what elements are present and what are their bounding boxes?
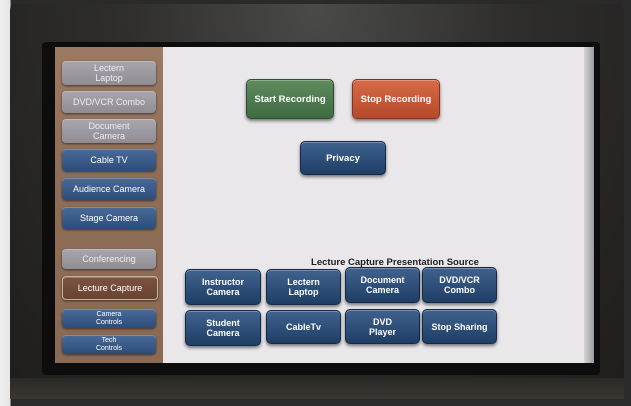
main-panel: Start Recording Stop Recording Privacy L… [163,47,589,363]
source-button-label: Student Camera [206,318,240,338]
sidebar-item-tech-controls[interactable]: Tech Controls [62,335,156,354]
source-button-label: DVD/VCR Combo [439,275,480,295]
source-lectern-laptop-button[interactable]: Lectern Laptop [266,269,341,305]
sidebar-item-label: Conferencing [82,254,136,264]
start-recording-button[interactable]: Start Recording [246,79,334,119]
sidebar-item-label: Stage Camera [79,213,139,223]
sidebar-item-label: Audience Camera [72,184,146,194]
sidebar-item-label: Tech Controls [95,336,123,352]
source-dvd-player-button[interactable]: DVD Player [345,309,420,344]
sidebar-item-document-camera[interactable]: Document Camera [62,119,156,143]
screen-edge-glare [584,47,594,363]
source-instructor-camera-button[interactable]: Instructor Camera [185,269,261,305]
source-document-camera-button[interactable]: Document Camera [345,267,420,303]
source-button-label: Lectern Laptop [287,277,320,297]
privacy-button[interactable]: Privacy [300,141,386,175]
sidebar-item-camera-controls[interactable]: Camera Controls [62,309,156,328]
sidebar-item-label: Lecture Capture [77,283,143,293]
touch-panel-screen: Lectern Laptop DVD/VCR Combo Document Ca… [55,47,589,363]
source-button-label: Stop Sharing [431,321,488,332]
sidebar-item-conferencing[interactable]: Conferencing [62,249,156,269]
source-button-label: Document Camera [360,275,405,295]
source-button-label: Instructor Camera [201,277,244,297]
sidebar: Lectern Laptop DVD/VCR Combo Document Ca… [55,47,163,363]
start-recording-label: Start Recording [254,93,326,105]
source-student-camera-button[interactable]: Student Camera [185,310,261,346]
sidebar-item-lecture-capture[interactable]: Lecture Capture [62,276,158,300]
source-dvd-vcr-combo-button[interactable]: DVD/VCR Combo [422,267,497,303]
source-stop-sharing-button[interactable]: Stop Sharing [422,309,497,344]
sidebar-item-lectern-laptop[interactable]: Lectern Laptop [62,61,156,85]
sidebar-item-label: Lectern Laptop [93,63,125,83]
privacy-label: Privacy [326,152,360,164]
sidebar-item-label: Document Camera [88,121,130,141]
sidebar-item-label: DVD/VCR Combo [72,97,146,107]
source-button-label: CableTv [285,322,321,332]
sidebar-item-audience-camera[interactable]: Audience Camera [62,178,156,200]
sidebar-item-cable-tv[interactable]: Cable TV [62,149,156,171]
sidebar-item-label: Camera Controls [95,310,123,326]
sidebar-item-label: Cable TV [90,155,128,165]
bezel-bottom [10,378,624,399]
source-cabletv-button[interactable]: CableTv [266,310,341,344]
source-button-label: DVD Player [368,316,397,337]
sidebar-item-stage-camera[interactable]: Stage Camera [62,207,156,229]
stop-recording-label: Stop Recording [360,93,432,105]
sidebar-item-dvd-vcr-combo[interactable]: DVD/VCR Combo [62,91,156,113]
stop-recording-button[interactable]: Stop Recording [352,79,440,119]
